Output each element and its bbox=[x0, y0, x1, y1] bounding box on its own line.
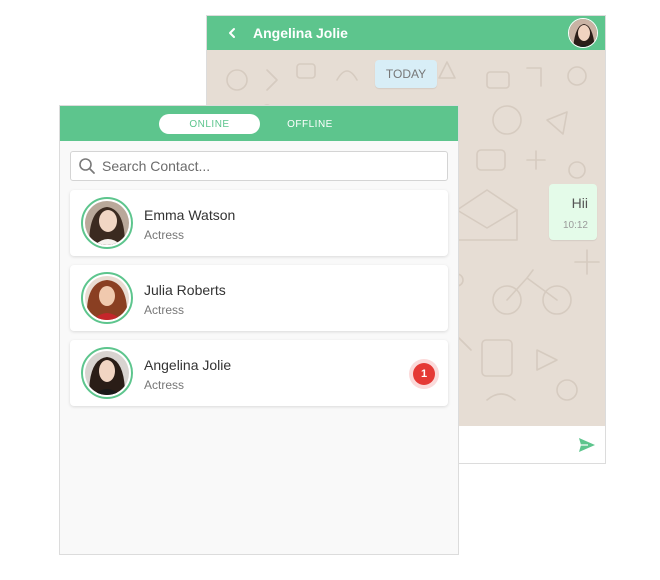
avatar bbox=[81, 197, 133, 249]
contact-list: Emma Watson Actress Julia Roberts Actres… bbox=[70, 190, 448, 415]
send-icon[interactable] bbox=[577, 435, 597, 455]
contact-role: Actress bbox=[144, 303, 185, 317]
contact-name: Angelina Jolie bbox=[144, 357, 232, 373]
tab-online[interactable]: ONLINE bbox=[159, 114, 260, 134]
avatar bbox=[81, 272, 133, 324]
chat-header: Angelina Jolie bbox=[207, 16, 605, 50]
chat-contact-name: Angelina Jolie bbox=[253, 25, 348, 41]
chevron-left-icon[interactable] bbox=[215, 16, 249, 50]
avatar[interactable] bbox=[568, 18, 598, 48]
search-input[interactable] bbox=[102, 158, 422, 174]
contacts-tab-bar: ONLINE OFFLINE bbox=[60, 106, 458, 141]
unread-count: 1 bbox=[413, 363, 435, 385]
contact-item-julia-roberts[interactable]: Julia Roberts Actress bbox=[70, 265, 448, 331]
message-text: Hii bbox=[571, 195, 588, 211]
contact-name: Julia Roberts bbox=[144, 282, 226, 298]
contact-role: Actress bbox=[144, 378, 185, 392]
contacts-panel: ONLINE OFFLINE Emma Watson Actress bbox=[59, 105, 459, 555]
unread-badge: 1 bbox=[409, 359, 439, 389]
contact-name: Emma Watson bbox=[144, 207, 236, 223]
tab-offline[interactable]: OFFLINE bbox=[270, 114, 350, 134]
date-chip: TODAY bbox=[375, 60, 437, 88]
contact-item-angelina-jolie[interactable]: Angelina Jolie Actress 1 bbox=[70, 340, 448, 406]
search-icon bbox=[78, 155, 100, 177]
message-time: 10:12 bbox=[562, 220, 588, 231]
search-box[interactable] bbox=[70, 151, 448, 181]
avatar bbox=[81, 347, 133, 399]
contact-role: Actress bbox=[144, 228, 185, 242]
contact-item-emma-watson[interactable]: Emma Watson Actress bbox=[70, 190, 448, 256]
outgoing-message: Hii 10:12 bbox=[549, 184, 597, 240]
